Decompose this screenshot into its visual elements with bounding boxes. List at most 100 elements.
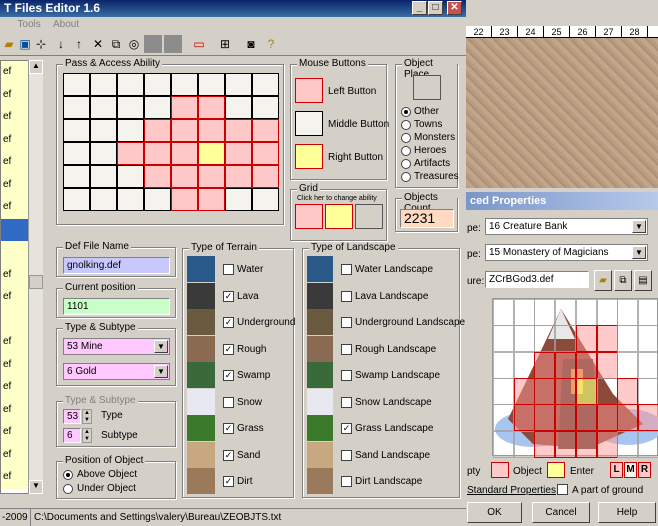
- landscape-checkbox[interactable]: [341, 290, 352, 302]
- pass-grid-cell[interactable]: [144, 119, 171, 142]
- mouse-button-l-toggle[interactable]: L: [610, 462, 623, 478]
- pass-grid-cell[interactable]: [63, 73, 90, 96]
- adv-grid-cell[interactable]: [513, 377, 535, 405]
- pass-grid-cell[interactable]: [198, 73, 225, 96]
- adv-grid-cell[interactable]: [534, 404, 556, 432]
- arrow-down-icon[interactable]: ↓: [52, 35, 70, 53]
- pass-grid-cell[interactable]: [117, 119, 144, 142]
- pass-grid-cell[interactable]: [252, 188, 279, 211]
- msk-icon[interactable]: ⊞: [216, 35, 234, 53]
- pass-grid-cell[interactable]: [90, 96, 117, 119]
- pass-grid-cell[interactable]: [117, 73, 144, 96]
- pass-grid-cell[interactable]: [225, 165, 252, 188]
- cut-icon[interactable]: ✕: [89, 35, 107, 53]
- pass-grid-cell[interactable]: [198, 119, 225, 142]
- pass-grid-cell[interactable]: [63, 142, 90, 165]
- landscape-checkbox[interactable]: [341, 317, 352, 328]
- pass-grid-cell[interactable]: [90, 188, 117, 211]
- adv-grid-cell[interactable]: [575, 351, 597, 379]
- menu-tools[interactable]: Tools: [17, 19, 40, 30]
- part-of-ground-checkbox[interactable]: [557, 484, 568, 495]
- gray-square-2-icon[interactable]: [164, 35, 182, 53]
- pass-grid-cell[interactable]: [252, 96, 279, 119]
- adv-grid-cell[interactable]: [513, 351, 535, 379]
- adv-grid-cell[interactable]: [513, 404, 535, 432]
- terrain-checkbox-swamp[interactable]: ✓: [223, 370, 234, 381]
- maximize-button[interactable]: □: [428, 1, 443, 15]
- adv-grid-cell[interactable]: [555, 351, 577, 379]
- adv-grid-cell[interactable]: [637, 351, 658, 379]
- pass-grid-cell[interactable]: [171, 119, 198, 142]
- adv-grid-cell[interactable]: [575, 299, 597, 326]
- adv-grid-cell[interactable]: [493, 404, 514, 432]
- pass-grid-cell[interactable]: [171, 96, 198, 119]
- grid-yellow-swatch[interactable]: [325, 204, 353, 229]
- object-place-radio-artifacts[interactable]: [401, 159, 411, 169]
- subtype-spin-input[interactable]: 6: [63, 428, 81, 443]
- adv-grid-cell[interactable]: [513, 325, 535, 353]
- adv-subtype-select[interactable]: 15 Monastery of Magicians ▼: [485, 244, 648, 261]
- help-icon[interactable]: ?: [262, 35, 280, 53]
- adv-grid-cell[interactable]: [617, 325, 639, 353]
- scroll-down-icon[interactable]: ▼: [29, 480, 43, 494]
- adv-grid-cell[interactable]: [555, 325, 577, 353]
- right-button-swatch[interactable]: [295, 144, 323, 169]
- adv-grid-cell[interactable]: [555, 377, 577, 405]
- close-button[interactable]: ✕: [447, 1, 462, 15]
- grid-gray-swatch[interactable]: [355, 204, 383, 229]
- adv-grid-cell[interactable]: [617, 404, 639, 432]
- adv-grid-cell[interactable]: [596, 430, 618, 458]
- adv-grid-cell[interactable]: [637, 430, 658, 458]
- pass-grid-cell[interactable]: [144, 188, 171, 211]
- mouse-button-m-toggle[interactable]: M: [624, 462, 637, 478]
- above-object-radio[interactable]: [63, 470, 73, 480]
- search-icon[interactable]: ◎: [125, 35, 143, 53]
- pass-grid-cell[interactable]: [144, 165, 171, 188]
- adv-grid-cell[interactable]: [596, 299, 618, 326]
- ok-button[interactable]: OK: [467, 502, 522, 523]
- terrain-checkbox-sand[interactable]: ✓: [223, 449, 234, 461]
- pass-grid-cell[interactable]: [225, 119, 252, 142]
- pass-grid-cell[interactable]: [144, 73, 171, 96]
- landscape-checkbox[interactable]: [341, 343, 352, 355]
- copy-icon[interactable]: ⧉: [614, 270, 632, 291]
- scroll-up-icon[interactable]: ▲: [29, 60, 43, 74]
- terrain-checkbox-snow[interactable]: [223, 396, 234, 408]
- type-select[interactable]: 53 Mine ▼: [63, 338, 170, 355]
- pass-grid-cell[interactable]: [63, 188, 90, 211]
- pass-grid-cell[interactable]: [252, 142, 279, 165]
- pass-grid-cell[interactable]: [252, 119, 279, 142]
- object-preview[interactable]: [492, 298, 658, 458]
- adv-grid-cell[interactable]: [555, 430, 577, 458]
- adv-grid[interactable]: [493, 299, 658, 458]
- adv-type-select[interactable]: 16 Creature Bank ▼: [485, 218, 648, 235]
- adv-grid-cell[interactable]: [575, 325, 597, 353]
- pass-grid-cell[interactable]: [198, 188, 225, 211]
- pass-grid-cell[interactable]: [198, 96, 225, 119]
- adv-grid-cell[interactable]: [534, 351, 556, 379]
- adv-grid-cell[interactable]: [534, 325, 556, 353]
- landscape-checkbox[interactable]: [341, 396, 352, 408]
- adv-grid-cell[interactable]: [534, 299, 556, 326]
- adv-grid-cell[interactable]: [575, 430, 597, 458]
- adv-grid-cell[interactable]: [493, 325, 514, 353]
- adv-grid-cell[interactable]: [534, 430, 556, 458]
- terrain-checkbox-rough[interactable]: ✓: [223, 343, 234, 355]
- pass-grid-cell[interactable]: [252, 165, 279, 188]
- adv-picture-input[interactable]: ZCrBGod3.def: [485, 271, 589, 288]
- pass-grid-cell[interactable]: [117, 96, 144, 119]
- type-spin-arrows[interactable]: ▲ ▼: [82, 409, 92, 424]
- type-spin-input[interactable]: 53: [63, 409, 81, 424]
- pass-grid-cell[interactable]: [63, 119, 90, 142]
- chevron-down-icon[interactable]: ▼: [632, 220, 646, 233]
- menu-blank[interactable]: [2, 19, 5, 30]
- adv-grid-cell[interactable]: [637, 404, 658, 432]
- adv-grid-cell[interactable]: [637, 299, 658, 326]
- cancel-button[interactable]: Cancel: [532, 502, 590, 523]
- mouse-button-r-toggle[interactable]: R: [638, 462, 651, 478]
- subtype-select[interactable]: 6 Gold ▼: [63, 363, 170, 380]
- adv-grid-cell[interactable]: [513, 299, 535, 326]
- adv-grid-cell[interactable]: [637, 377, 658, 405]
- object-place-radio-treasures[interactable]: [401, 172, 411, 182]
- help-button[interactable]: Help: [598, 502, 656, 523]
